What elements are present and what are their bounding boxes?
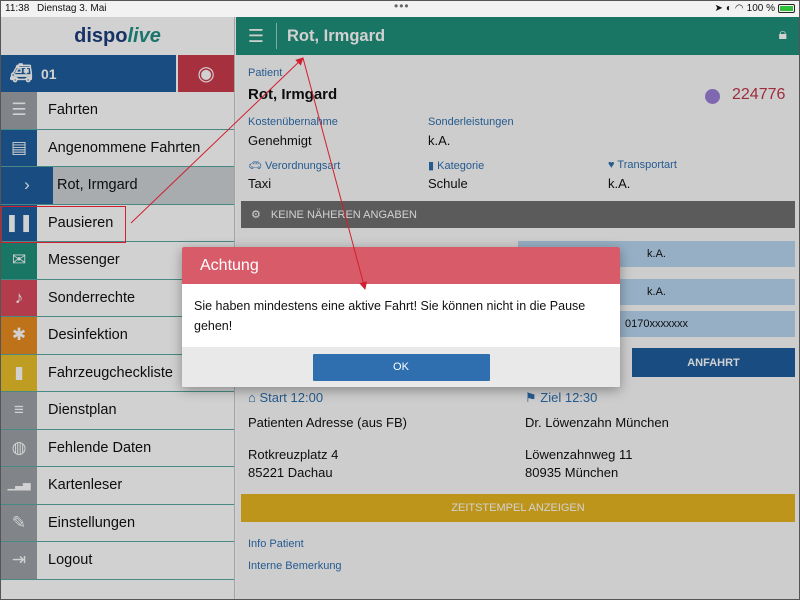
status-indicators: ➤ ◐ ◠ 100 % xyxy=(714,3,795,14)
app-frame: 11:38 Dienstag 3. Mai ••• ➤ ◐ ◠ 100 % di… xyxy=(0,0,800,600)
status-bar: 11:38 Dienstag 3. Mai ••• ➤ ◐ ◠ 100 % xyxy=(1,1,799,17)
status-time: 11:38 xyxy=(5,3,30,14)
lock-rotation-icon: ◐ xyxy=(725,3,732,14)
location-icon: ➤ xyxy=(714,3,723,14)
highlight-box xyxy=(1,206,126,243)
ok-button[interactable]: OK xyxy=(312,353,490,381)
alert-dialog: Achtung Sie haben mindestens eine aktive… xyxy=(182,247,620,387)
status-date: Dienstag 3. Mai xyxy=(37,3,107,14)
dialog-footer: OK xyxy=(182,347,620,387)
multitask-dots[interactable]: ••• xyxy=(394,1,410,13)
battery-icon xyxy=(778,4,795,13)
dialog-message: Sie haben mindestens eine aktive Fahrt! … xyxy=(194,299,586,333)
wifi-icon: ◠ xyxy=(734,3,744,14)
dialog-title: Achtung xyxy=(182,247,620,284)
battery-text: 100 % xyxy=(746,3,775,14)
